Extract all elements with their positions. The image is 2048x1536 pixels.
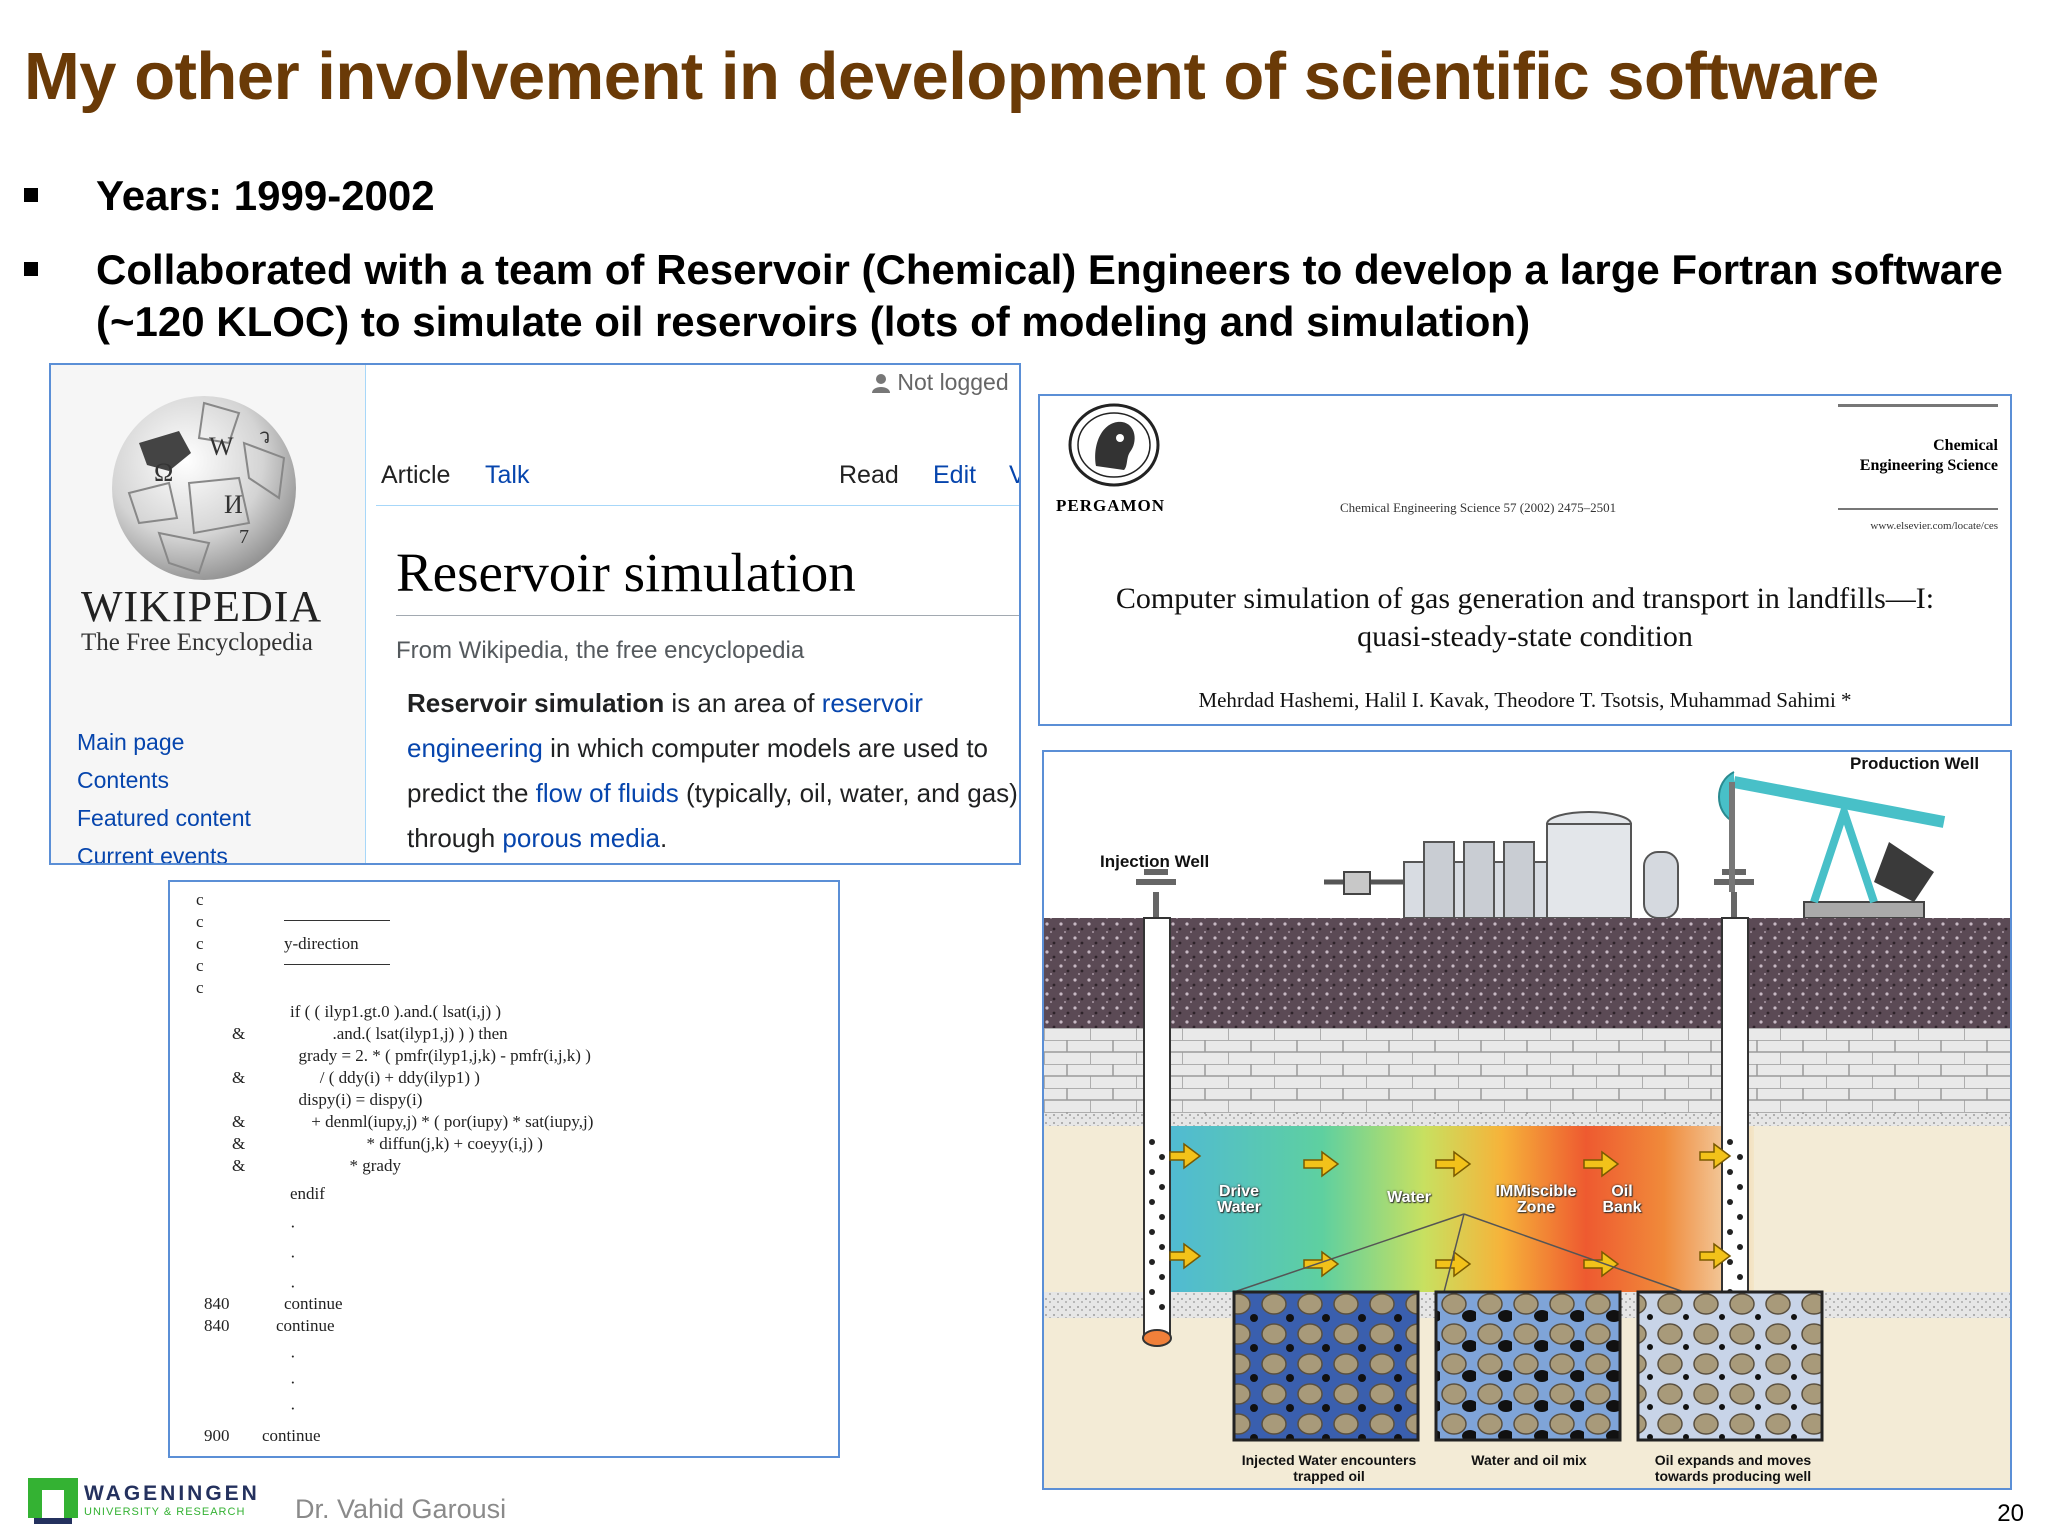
journal-citation: Chemical Engineering Science 57 (2002) 2… [1340, 500, 1617, 515]
code-line: endif [290, 1184, 325, 1203]
code-line: + denml(iupy,j) * ( por(iupy) * sat(iupy… [290, 1112, 594, 1131]
bullet-square-icon [24, 188, 38, 202]
tab-more[interactable]: V [1009, 461, 1019, 490]
university-logo-text: WAGENINGEN [84, 1482, 260, 1505]
svg-text:7: 7 [239, 526, 249, 548]
label-production-well: Production Well [1850, 754, 1980, 773]
wageningen-logo-icon [28, 1478, 78, 1524]
heading-rule [396, 615, 1019, 616]
page-number: 20 [1997, 1500, 2024, 1527]
user-icon [872, 374, 890, 393]
code-label: c [196, 956, 204, 975]
tab-edit[interactable]: Edit [933, 461, 976, 490]
bullet-text: Collaborated with a team of Reservoir (C… [96, 246, 2003, 345]
nav-main-page[interactable]: Main page [77, 729, 184, 756]
code-line: * grady [290, 1156, 401, 1175]
journal-name-line: Engineering Science [1859, 457, 1998, 474]
pergamon-seal-icon [1068, 403, 1160, 487]
slide-title: My other involvement in development of s… [24, 39, 1879, 114]
code-line: continue [262, 1426, 321, 1445]
code-ellipsis: · · · [290, 1347, 296, 1418]
code-line: continue [276, 1316, 335, 1335]
label-water: Water [1387, 1189, 1431, 1206]
code-line: continue [284, 1294, 343, 1313]
svg-text:W: W [209, 432, 234, 461]
journal-paper-header: PERGAMON Chemical Engineering Science 57… [1038, 394, 2012, 726]
code-label: & [232, 1134, 246, 1153]
code-rule [284, 920, 390, 921]
code-label: 840 [204, 1316, 230, 1335]
fortran-code-scan: c c c y-direction c c if ( ( ilyp1.gt.0 … [168, 880, 840, 1458]
paper-title-line: Computer simulation of gas generation an… [1115, 582, 1935, 615]
wikipedia-tagline: The Free Encyclopedia [81, 629, 313, 656]
code-line: grady = 2. * ( pmfr(ilyp1,j,k) - pmfr(i,… [290, 1046, 591, 1065]
paper-authors: Mehrdad Hashemi, Halil I. Kavak, Theodor… [1198, 688, 1852, 712]
para-text: . [659, 823, 668, 853]
caption-water-oil-mix: Water and oil mix [1471, 1452, 1587, 1468]
code-ellipsis: · · · [290, 1217, 296, 1296]
journal-name-line: Chemical [1933, 437, 1998, 454]
code-label: 900 [204, 1426, 230, 1445]
publisher-name: PERGAMON [1056, 496, 1166, 515]
article-source-note: From Wikipedia, the free encyclopedia [396, 637, 805, 664]
code-label: & [232, 1112, 246, 1131]
wikipedia-globe-icon: Ω W И ว 7 [112, 396, 296, 580]
paper-title: Computer simulation of gas generation an… [1060, 580, 1990, 656]
link-porous-media[interactable]: porous media [502, 823, 660, 853]
code-label: c [196, 890, 204, 909]
journal-rule [1838, 404, 1998, 407]
label-oil-bank: Oil Bank [1602, 1183, 1642, 1216]
svg-text:Ω: Ω [154, 458, 173, 487]
code-label: & [232, 1068, 246, 1087]
code-label: & [232, 1156, 246, 1175]
code-line: y-direction [284, 934, 359, 953]
label-miscible-zone: IMMiscible Zone [1495, 1183, 1577, 1216]
university-logo-subtext: UNIVERSITY & RESEARCH [84, 1506, 246, 1518]
code-line: .and.( lsat(ilyp1,j) ) ) then [290, 1024, 508, 1043]
code-line: dispy(i) = dispy(i) [290, 1090, 423, 1109]
reservoir-illustration: Injection Well Production Well Drive Wat… [1042, 750, 2012, 1490]
wikipedia-wordmark: WIKIPEDIA [81, 582, 323, 631]
wikipedia-screenshot: Ω W И ว 7 WIKIPEDIA The Free Encyclopedi… [49, 363, 1021, 865]
label-drive-water: Drive Water [1217, 1183, 1261, 1216]
code-label: & [232, 1024, 246, 1043]
paper-title-line: quasi-steady-state condition [1357, 620, 1693, 653]
bullet-text: Years: 1999-2002 [96, 172, 435, 219]
svg-text:ว: ว [259, 426, 270, 448]
article-heading: Reservoir simulation [396, 542, 856, 603]
code-line: * diffun(j,k) + coeyy(i,j) ) [290, 1134, 543, 1153]
code-rule [284, 964, 390, 965]
article-intro-paragraph: Reservoir simulation is an area of reser… [407, 681, 1019, 861]
journal-name: Chemical Engineering Science [1860, 436, 1998, 476]
label-injection-well: Injection Well [1100, 852, 1210, 871]
not-logged-in-indicator[interactable]: Not logged [871, 369, 1009, 396]
nav-current-events[interactable]: Current events [77, 843, 228, 863]
nav-featured-content[interactable]: Featured content [77, 805, 251, 832]
bold-term: Reservoir simulation [407, 688, 665, 718]
code-label: c [196, 934, 204, 953]
journal-url: www.elsevier.com/locate/ces [1870, 520, 1998, 532]
tab-read[interactable]: Read [839, 461, 899, 490]
tab-talk[interactable]: Talk [485, 461, 529, 490]
caption-oil-expands: Oil expands and moves towards producing … [1654, 1452, 1812, 1484]
code-label: c [196, 978, 204, 997]
nav-contents[interactable]: Contents [77, 767, 169, 794]
svg-text:И: И [224, 490, 243, 519]
para-text: is an area of [664, 688, 822, 718]
link-flow-of-fluids[interactable]: flow of fluids [536, 778, 679, 808]
code-line: / ( ddy(i) + ddy(ilyp1) ) [290, 1068, 480, 1087]
not-logged-text: Not logged [897, 369, 1009, 395]
tab-divider [376, 505, 1019, 506]
bullet-square-icon [24, 262, 38, 276]
caption-injected-water: Injected Water encounters trapped oil [1241, 1452, 1417, 1484]
tab-article[interactable]: Article [381, 461, 450, 490]
author-name: Dr. Vahid Garousi [295, 1494, 507, 1524]
code-line: if ( ( ilyp1.gt.0 ).and.( lsat(i,j) ) [290, 1002, 502, 1021]
code-label: 840 [204, 1294, 230, 1313]
journal-rule [1838, 508, 1998, 510]
code-label: c [196, 912, 204, 931]
